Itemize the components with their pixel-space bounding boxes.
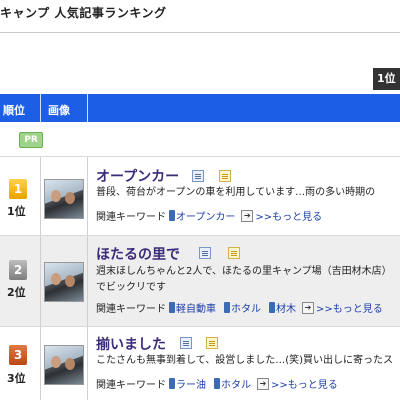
tag-icon [269, 302, 275, 313]
row-divider [87, 157, 88, 235]
tag-icon [224, 302, 230, 313]
row-divider [40, 327, 41, 400]
article-thumbnail[interactable] [44, 179, 84, 219]
article-thumbnail[interactable] [44, 262, 84, 302]
rank-medal-icon: 1 [9, 179, 27, 199]
more-link[interactable]: >>もっと見る [255, 212, 322, 223]
ranking-row: 3 3位 揃いました こたさんも無事到着して、設営しました…(笑)買い出しに寄っ… [0, 327, 400, 400]
pager-strip: 1位 [0, 68, 400, 90]
ranking-row: 1 1位 オープンカー 普段、荷台がオープンの車を利用しています…雨の多い時期の… [0, 157, 400, 236]
column-divider [40, 94, 41, 122]
keyword-prefix: 関連キーワード [96, 212, 166, 223]
memo-icon[interactable] [228, 247, 240, 259]
arrow-right-icon: ➔ [302, 301, 314, 314]
rank-label: 1位 [7, 205, 26, 218]
more-link[interactable]: >>もっと見る [316, 304, 383, 315]
article-title-link[interactable]: オープンカー [96, 166, 179, 186]
arrow-right-icon: ➔ [241, 209, 254, 222]
pr-row: PR [0, 122, 400, 157]
column-image: 画像 [48, 104, 70, 117]
tag-icon [169, 378, 175, 389]
rank-page-button[interactable]: 1位 [373, 68, 400, 90]
keyword-link[interactable]: オープンカー [176, 212, 235, 223]
row-divider [87, 236, 88, 326]
ranking-row: 2 2位 ほたるの里で 週末ほしんちゃんと2人で、ほたるの里キャンプ場（吉田材木… [0, 236, 400, 327]
blog-icon[interactable] [199, 247, 211, 259]
memo-icon[interactable] [219, 170, 231, 182]
keyword-line: 関連キーワード 軽自動車 ホタル 材木 ➔ >>もっと見る [96, 300, 383, 315]
keyword-link[interactable]: 材木 [276, 304, 296, 315]
ranking-header: キャンプ 人気記事ランキング [0, 0, 400, 33]
keyword-line: 関連キーワード オープンカー ➔ >>もっと見る [96, 208, 322, 223]
row-divider [40, 157, 41, 235]
article-title-link[interactable]: ほたるの里で [96, 244, 180, 264]
arrow-right-icon: ➔ [257, 377, 269, 390]
keyword-line: 関連キーワード ラー油 ホタル ➔ >>もっと見る [96, 376, 338, 391]
row-divider [87, 327, 88, 400]
keyword-link[interactable]: ホタル [231, 304, 261, 315]
blog-icon[interactable] [192, 170, 204, 182]
keyword-prefix: 関連キーワード [96, 304, 166, 315]
rank-label: 3位 [7, 372, 26, 385]
rank-medal-icon: 2 [9, 260, 27, 280]
tag-icon [214, 378, 220, 389]
column-header: 順位 画像 [0, 94, 400, 122]
row-divider [40, 236, 41, 326]
tag-icon [169, 302, 175, 313]
rank-medal-icon: 3 [9, 345, 27, 365]
article-summary: 普段、荷台がオープンの車を利用しています…雨の多い時期の [96, 187, 376, 198]
blog-icon[interactable] [180, 337, 192, 349]
article-summary: こたさんも無事到着して、設営しました…(笑)買い出しに寄ったス [96, 355, 394, 366]
rank-label: 2位 [7, 286, 26, 299]
article-thumbnail[interactable] [44, 345, 84, 385]
keyword-link[interactable]: 軽自動車 [176, 304, 216, 315]
column-divider [87, 94, 88, 122]
memo-icon[interactable] [206, 337, 218, 349]
article-summary: 週末ほしんちゃんと2人で、ほたるの里キャンプ場（吉田材木店）でビックリです [96, 266, 392, 293]
pr-badge[interactable]: PR [19, 132, 43, 148]
page-title: キャンプ 人気記事ランキング [0, 6, 167, 20]
keyword-link[interactable]: ラー油 [176, 380, 206, 391]
article-title-link[interactable]: 揃いました [96, 334, 166, 354]
keyword-link[interactable]: ホタル [221, 380, 251, 391]
column-rank: 順位 [3, 104, 25, 117]
more-link[interactable]: >>もっと見る [271, 380, 338, 391]
keyword-prefix: 関連キーワード [96, 380, 166, 391]
tag-icon [169, 210, 175, 221]
